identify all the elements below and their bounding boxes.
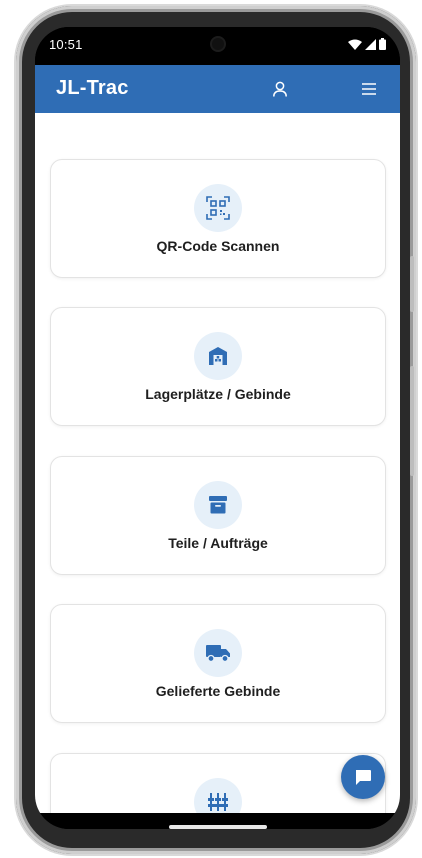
- phone-screen: 10:51 JL-Trac QR-Code Scannen Lagerplätz…: [35, 27, 400, 829]
- truck-icon: [194, 629, 242, 677]
- card-storage-locations[interactable]: Lagerplätze / Gebinde: [50, 307, 386, 426]
- menu-icon[interactable]: [357, 77, 381, 101]
- power-button: [410, 366, 414, 476]
- card-label: Teile / Aufträge: [168, 535, 268, 551]
- app-title: JL-Trac: [56, 77, 129, 99]
- archive-box-icon: [194, 481, 242, 529]
- signal-icon: [365, 38, 376, 50]
- warehouse-icon: [194, 332, 242, 380]
- card-settings[interactable]: [50, 753, 386, 813]
- card-label: Lagerplätze / Gebinde: [145, 386, 291, 402]
- status-bar: 10:51: [35, 27, 400, 65]
- card-delivered-containers[interactable]: Gelieferte Gebinde: [50, 604, 386, 723]
- chat-icon: [356, 770, 371, 785]
- card-qr-code-scan[interactable]: QR-Code Scannen: [50, 159, 386, 278]
- status-icons: [348, 37, 386, 51]
- wifi-icon: [348, 39, 362, 50]
- app-bar: JL-Trac: [35, 65, 400, 113]
- sliders-icon: [194, 778, 242, 813]
- home-gesture-bar[interactable]: [169, 825, 267, 829]
- main-content: QR-Code Scannen Lagerplätze / Gebinde Te…: [35, 113, 400, 813]
- card-label: QR-Code Scannen: [156, 238, 280, 254]
- battery-icon: [379, 38, 386, 50]
- volume-button: [410, 256, 414, 312]
- front-camera: [212, 38, 224, 50]
- user-icon[interactable]: [268, 77, 292, 101]
- qr-code-icon: [194, 184, 242, 232]
- card-label: Gelieferte Gebinde: [155, 683, 281, 699]
- card-parts-orders[interactable]: Teile / Aufträge: [50, 456, 386, 575]
- status-time: 10:51: [49, 37, 83, 52]
- chat-button[interactable]: [341, 755, 385, 799]
